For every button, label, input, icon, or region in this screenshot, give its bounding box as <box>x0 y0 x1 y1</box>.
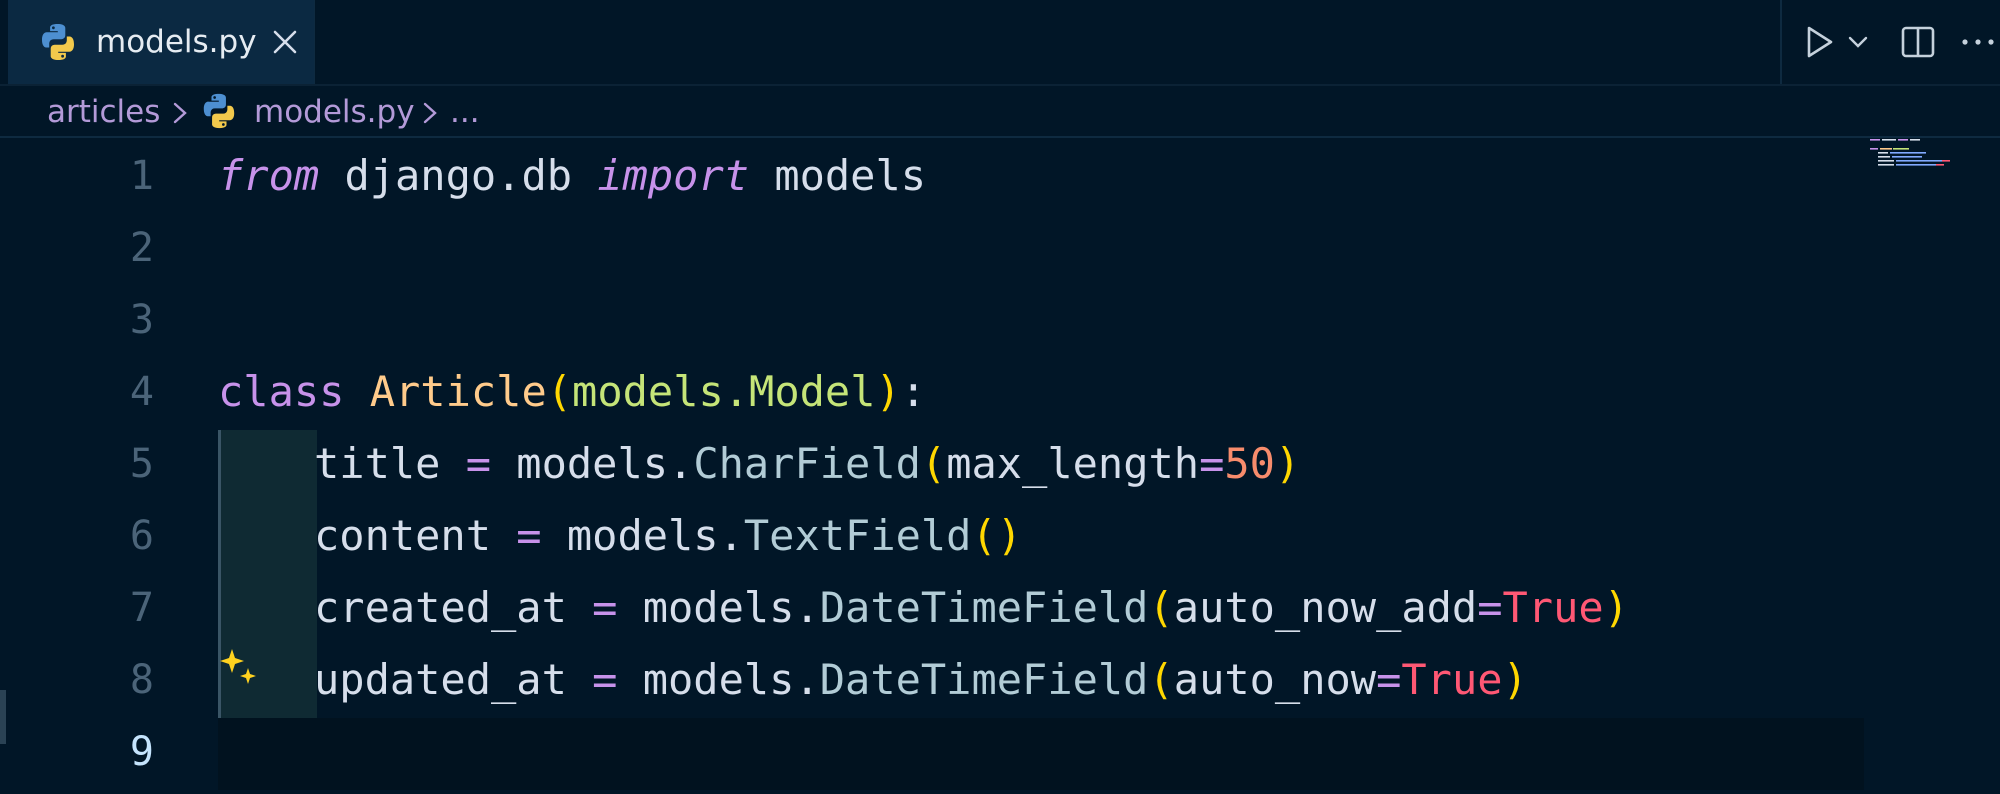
line-number: 2 <box>129 225 154 271</box>
line-number: 8 <box>129 657 154 703</box>
field-name: title <box>314 439 441 488</box>
scrollbar-marker <box>0 690 6 744</box>
breadcrumb-symbol[interactable]: ... <box>450 92 480 132</box>
field-name: created_at <box>314 583 567 632</box>
keyword-class: class <box>218 367 345 416</box>
paren-open: ( <box>1148 583 1174 632</box>
field-type: DateTimeField <box>819 583 1149 632</box>
assign-op: = <box>491 511 567 560</box>
line-number: 4 <box>129 369 154 415</box>
code-line-5[interactable]: title = models.CharField(max_length=50) <box>314 428 1300 500</box>
keyword-import: import <box>597 151 750 200</box>
sparkle-icon[interactable] <box>218 646 258 686</box>
play-icon[interactable] <box>1800 22 1840 62</box>
code-line-7[interactable]: created_at = models.DateTimeField(auto_n… <box>314 572 1629 644</box>
close-icon[interactable] <box>268 25 302 59</box>
chevron-right-icon <box>423 102 437 124</box>
kwarg-name: auto_now_add <box>1173 583 1478 632</box>
kwarg-value: 50 <box>1224 439 1275 488</box>
minimap[interactable] <box>1870 137 1970 177</box>
kwarg-name: max_length <box>946 439 1200 488</box>
models-ref: models. <box>642 583 820 632</box>
more-icon[interactable] <box>1960 28 1996 56</box>
assign-op: = <box>566 583 643 632</box>
python-icon <box>42 24 74 60</box>
parens: () <box>971 511 1023 560</box>
breadcrumb: articles models.py ... <box>0 86 2000 138</box>
colon: : <box>900 367 927 416</box>
breadcrumb-folder[interactable]: articles <box>47 92 160 132</box>
field-type: TextField <box>743 511 972 560</box>
code-line-1[interactable]: from django.db import models <box>218 140 926 212</box>
breadcrumb-file[interactable]: models.py <box>254 92 415 132</box>
code-line-6[interactable]: content = models.TextField() <box>314 500 1022 572</box>
line-number: 1 <box>129 153 154 199</box>
chevron-right-icon <box>173 102 187 124</box>
paren-close: ) <box>1502 655 1528 704</box>
line-number: 3 <box>129 297 154 343</box>
paren-close: ) <box>1274 439 1301 488</box>
code-editor[interactable]: 1 2 3 4 5 6 7 8 9 from django.db import … <box>0 140 2000 794</box>
field-name: content <box>314 511 492 560</box>
line-number-active: 9 <box>129 729 154 775</box>
assign-op: = <box>440 439 517 488</box>
kwarg-assign: = <box>1477 583 1503 632</box>
code-line-8[interactable]: updated_at = models.DateTimeField(auto_n… <box>314 644 1528 716</box>
field-type: CharField <box>693 439 921 488</box>
current-line-highlight <box>218 718 1864 790</box>
imported-name: models <box>749 151 927 200</box>
field-name: updated_at <box>314 655 567 704</box>
models-ref: models. <box>566 511 744 560</box>
line-number: 7 <box>129 585 154 631</box>
kwarg-assign: = <box>1199 439 1225 488</box>
keyword-from: from <box>218 151 320 200</box>
tab-bar: models.py <box>0 0 2000 86</box>
field-type: DateTimeField <box>819 655 1149 704</box>
models-ref: models. <box>642 655 820 704</box>
tab-label: models.py <box>96 24 257 60</box>
base-class: models.Model <box>572 367 876 416</box>
paren-close: ) <box>875 367 901 416</box>
actions-divider <box>1780 0 1782 84</box>
tab-models-py[interactable]: models.py <box>8 0 315 84</box>
kwarg-name: auto_now <box>1173 655 1377 704</box>
module-name: django.db <box>319 151 598 200</box>
kwarg-value: True <box>1401 655 1503 704</box>
line-number: 6 <box>129 513 154 559</box>
assign-op: = <box>566 655 643 704</box>
code-line-4[interactable]: class Article(models.Model): <box>218 356 926 428</box>
kwarg-value: True <box>1502 583 1604 632</box>
python-icon <box>203 93 235 129</box>
kwarg-assign: = <box>1376 655 1402 704</box>
paren-open: ( <box>546 367 573 416</box>
paren-open: ( <box>920 439 947 488</box>
line-number: 5 <box>129 441 154 487</box>
paren-open: ( <box>1148 655 1174 704</box>
paren-close: ) <box>1603 583 1629 632</box>
chevron-down-icon[interactable] <box>1846 30 1870 54</box>
class-name: Article <box>369 367 547 416</box>
models-ref: models. <box>516 439 694 488</box>
split-editor-icon[interactable] <box>1896 20 1940 64</box>
